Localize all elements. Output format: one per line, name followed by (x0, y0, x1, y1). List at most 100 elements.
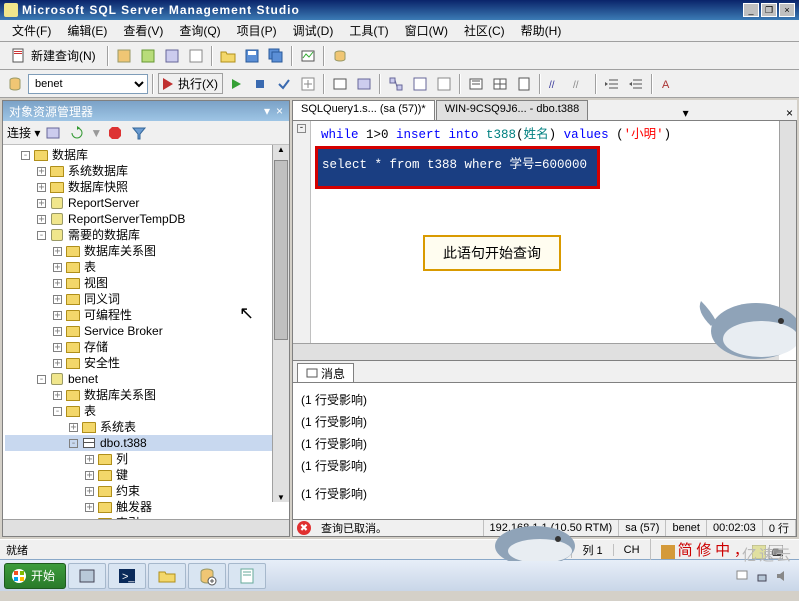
options-button[interactable] (329, 73, 351, 95)
menu-debug[interactable]: 调试(D) (285, 20, 342, 41)
menu-file[interactable]: 文件(F) (4, 20, 59, 41)
open-file-button[interactable] (217, 45, 239, 67)
taskbar-ssms-icon[interactable] (188, 563, 226, 589)
filter-settings-button[interactable] (128, 122, 150, 144)
save-all-button[interactable] (265, 45, 287, 67)
minimize-button[interactable]: _ (743, 3, 759, 17)
windows-logo-icon (11, 568, 27, 584)
database-combo[interactable]: benet (28, 74, 148, 94)
object-explorer-panel: 对象资源管理器 ▾ × 连接 ▾ ▼ -数据库 +系统数据库 +数据库快照 +R… (2, 100, 290, 537)
editor-vscrollbar[interactable] (779, 121, 796, 343)
taskbar-powershell-icon[interactable]: >_ (108, 563, 146, 589)
message-row: (1 行受影响) (301, 433, 788, 455)
start-button[interactable]: 开始 (4, 563, 66, 589)
window-titlebar: Microsoft SQL Server Management Studio _… (0, 0, 799, 20)
connect-dropdown[interactable]: 连接 ▾ (7, 124, 40, 141)
parse-button[interactable] (273, 73, 295, 95)
menu-window[interactable]: 窗口(W) (397, 20, 456, 41)
stop-button-2[interactable] (104, 122, 126, 144)
status-rows: 0 行 (763, 520, 796, 536)
decrease-indent-button[interactable] (601, 73, 623, 95)
change-connection-button[interactable] (4, 73, 26, 95)
sqlcmd-button[interactable] (433, 73, 455, 95)
new-query-label: 新建查询(N) (31, 47, 96, 64)
status-line: 行 3 (530, 542, 571, 558)
toolbar-dm-button[interactable] (137, 45, 159, 67)
debug-button[interactable] (225, 73, 247, 95)
window-title: Microsoft SQL Server Management Studio (22, 3, 741, 17)
tray-network-icon[interactable] (755, 569, 769, 583)
tree-node-dbo-t388[interactable]: -dbo.t388 (5, 435, 287, 451)
menu-help[interactable]: 帮助(H) (513, 20, 570, 41)
status-col: 列 1 (571, 542, 612, 558)
stop-button[interactable] (249, 73, 271, 95)
status-ready: 就绪 (6, 542, 28, 558)
uncomment-button[interactable]: // (569, 73, 591, 95)
menu-query[interactable]: 查询(Q) (171, 20, 228, 41)
document-tabs: SQLQuery1.s... (sa (57))* WIN-9CSQ9J6...… (292, 100, 797, 120)
menu-bar: 文件(F) 编辑(E) 查看(V) 查询(Q) 项目(P) 调试(D) 工具(T… (0, 20, 799, 42)
sql-editor[interactable]: - while 1>0 insert into t388(姓名) values … (292, 120, 797, 361)
editor-hscrollbar[interactable] (293, 343, 779, 360)
new-query-icon (11, 48, 27, 64)
toolbar-da-button[interactable] (161, 45, 183, 67)
svg-text:>_: >_ (122, 571, 135, 583)
panel-close-icon[interactable]: × (276, 104, 283, 118)
annotation-callout: 此语句开始查询 (423, 235, 561, 271)
tray-sound-icon[interactable] (775, 569, 789, 583)
message-row: (1 行受影响) (301, 411, 788, 433)
menu-view[interactable]: 查看(V) (115, 20, 171, 41)
tree-vscrollbar[interactable]: ▲ ▼ (272, 145, 289, 502)
execute-button[interactable]: 执行(X) (158, 73, 223, 94)
status-server: 192.168.1.1 (10.50 RTM) (484, 520, 620, 536)
object-explorer-header: 对象资源管理器 ▾ × (3, 101, 289, 121)
status-database: benet (666, 520, 707, 536)
new-query-button[interactable]: 新建查询(N) (4, 44, 103, 67)
toolbar-sql: benet 执行(X) // // A (0, 70, 799, 98)
tray-flag-icon[interactable] (735, 569, 749, 583)
estimated-plan-button[interactable] (297, 73, 319, 95)
taskbar-explorer-icon[interactable] (148, 563, 186, 589)
menu-tools[interactable]: 工具(T) (341, 20, 396, 41)
tree-hscrollbar[interactable] (3, 519, 289, 536)
messages-icon (306, 367, 318, 379)
menu-edit[interactable]: 编辑(E) (59, 20, 115, 41)
object-tree[interactable]: -数据库 +系统数据库 +数据库快照 +ReportServer +Report… (3, 145, 289, 519)
results-file-button[interactable] (513, 73, 535, 95)
tab-dropdown-icon[interactable]: ▾ (679, 106, 693, 120)
intellisense-button[interactable] (353, 73, 375, 95)
filter-button[interactable] (42, 122, 64, 144)
refresh-button[interactable] (66, 122, 88, 144)
message-row: (1 行受影响) (301, 483, 788, 505)
comment-button[interactable]: // (545, 73, 567, 95)
execute-icon (163, 78, 175, 90)
toolbar-de-button[interactable] (113, 45, 135, 67)
include-plan-button[interactable] (385, 73, 407, 95)
svg-text://: // (549, 80, 555, 91)
registered-servers-button[interactable] (329, 45, 351, 67)
include-stats-button[interactable] (409, 73, 431, 95)
results-grid-button[interactable] (489, 73, 511, 95)
taskbar-notepad-icon[interactable] (228, 563, 266, 589)
save-button[interactable] (241, 45, 263, 67)
taskbar-server-manager-icon[interactable] (68, 563, 106, 589)
menu-community[interactable]: 社区(C) (456, 20, 513, 41)
toolbar-xml-button[interactable] (185, 45, 207, 67)
messages-tab[interactable]: 消息 (297, 363, 354, 382)
increase-indent-button[interactable] (625, 73, 647, 95)
windows-taskbar: 开始 >_ (0, 559, 799, 591)
tab-close-button[interactable]: × (782, 106, 797, 120)
results-text-button[interactable] (465, 73, 487, 95)
menu-project[interactable]: 项目(P) (229, 20, 285, 41)
document-area: SQLQuery1.s... (sa (57))* WIN-9CSQ9J6...… (292, 100, 797, 537)
query-cancelled-icon: ✖ (297, 521, 311, 535)
activity-monitor-button[interactable] (297, 45, 319, 67)
specify-values-button[interactable]: A (657, 73, 679, 95)
app-status-bar: 就绪 行 3 列 1 CH 简 修 中 ， ⌨ (0, 539, 799, 559)
messages-body[interactable]: (1 行受影响) (1 行受影响) (1 行受影响) (1 行受影响) (1 行… (293, 383, 796, 519)
tab-dbo-t388[interactable]: WIN-9CSQ9J6... - dbo.t388 (436, 100, 589, 120)
close-button[interactable]: × (779, 3, 795, 17)
tab-sqlquery1[interactable]: SQLQuery1.s... (sa (57))* (292, 100, 435, 120)
system-tray[interactable] (729, 569, 795, 583)
restore-button[interactable]: ❐ (761, 3, 777, 17)
